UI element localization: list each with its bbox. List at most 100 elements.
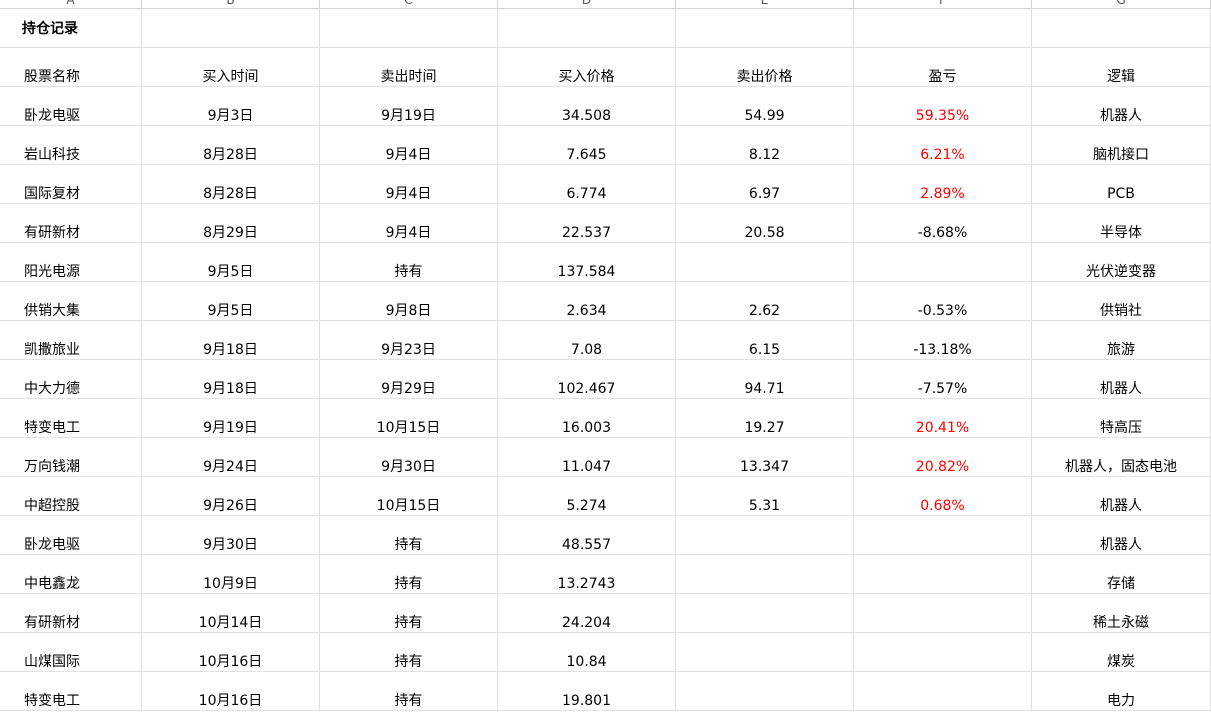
- sell-price-cell[interactable]: [676, 633, 854, 672]
- stock-name-cell[interactable]: 凯撒旅业: [0, 321, 142, 360]
- header-cell-pnl[interactable]: 盈亏: [854, 48, 1032, 87]
- stock-name-cell[interactable]: 特变电工: [0, 672, 142, 711]
- pnl-cell[interactable]: 0.68%: [854, 477, 1032, 516]
- pnl-cell[interactable]: 20.82%: [854, 438, 1032, 477]
- buy-price-cell[interactable]: 24.204: [498, 594, 676, 633]
- sell-price-cell[interactable]: [676, 672, 854, 711]
- buy-date-cell[interactable]: 9月18日: [142, 321, 320, 360]
- column-header-c[interactable]: C: [320, 0, 498, 8]
- sell-date-cell[interactable]: 持有: [320, 672, 498, 711]
- stock-name-cell[interactable]: 有研新材: [0, 594, 142, 633]
- sell-price-cell[interactable]: 6.15: [676, 321, 854, 360]
- sell-price-cell[interactable]: 5.31: [676, 477, 854, 516]
- buy-price-cell[interactable]: 137.584: [498, 243, 676, 282]
- logic-cell[interactable]: 机器人: [1032, 87, 1211, 126]
- buy-price-cell[interactable]: 6.774: [498, 165, 676, 204]
- column-header-b[interactable]: B: [142, 0, 320, 8]
- buy-date-cell[interactable]: 8月28日: [142, 126, 320, 165]
- header-cell-sell-price[interactable]: 卖出价格: [676, 48, 854, 87]
- sell-price-cell[interactable]: 20.58: [676, 204, 854, 243]
- logic-cell[interactable]: 特高压: [1032, 399, 1211, 438]
- sell-date-cell[interactable]: 9月8日: [320, 282, 498, 321]
- logic-cell[interactable]: 旅游: [1032, 321, 1211, 360]
- logic-cell[interactable]: 存储: [1032, 555, 1211, 594]
- buy-date-cell[interactable]: 8月29日: [142, 204, 320, 243]
- buy-price-cell[interactable]: 48.557: [498, 516, 676, 555]
- pnl-cell[interactable]: -7.57%: [854, 360, 1032, 399]
- pnl-cell[interactable]: [854, 243, 1032, 282]
- stock-name-cell[interactable]: 卧龙电驱: [0, 516, 142, 555]
- stock-name-cell[interactable]: 万向钱潮: [0, 438, 142, 477]
- sell-date-cell[interactable]: 10月15日: [320, 399, 498, 438]
- pnl-cell[interactable]: [854, 516, 1032, 555]
- logic-cell[interactable]: 煤炭: [1032, 633, 1211, 672]
- buy-date-cell[interactable]: 9月5日: [142, 243, 320, 282]
- buy-price-cell[interactable]: 22.537: [498, 204, 676, 243]
- pnl-cell[interactable]: [854, 594, 1032, 633]
- sell-date-cell[interactable]: 10月15日: [320, 477, 498, 516]
- stock-name-cell[interactable]: 中超控股: [0, 477, 142, 516]
- sell-price-cell[interactable]: 8.12: [676, 126, 854, 165]
- buy-price-cell[interactable]: 11.047: [498, 438, 676, 477]
- sell-date-cell[interactable]: 持有: [320, 516, 498, 555]
- sell-date-cell[interactable]: 9月19日: [320, 87, 498, 126]
- stock-name-cell[interactable]: 卧龙电驱: [0, 87, 142, 126]
- empty-cell[interactable]: [854, 9, 1032, 48]
- logic-cell[interactable]: 机器人，固态电池: [1032, 438, 1211, 477]
- sell-price-cell[interactable]: 19.27: [676, 399, 854, 438]
- logic-cell[interactable]: 光伏逆变器: [1032, 243, 1211, 282]
- column-header-g[interactable]: G: [1032, 0, 1211, 8]
- pnl-cell[interactable]: 6.21%: [854, 126, 1032, 165]
- pnl-cell[interactable]: [854, 633, 1032, 672]
- stock-name-cell[interactable]: 国际复材: [0, 165, 142, 204]
- sell-price-cell[interactable]: 94.71: [676, 360, 854, 399]
- empty-cell[interactable]: [320, 9, 498, 48]
- buy-price-cell[interactable]: 10.84: [498, 633, 676, 672]
- buy-date-cell[interactable]: 9月24日: [142, 438, 320, 477]
- sell-date-cell[interactable]: 9月30日: [320, 438, 498, 477]
- logic-cell[interactable]: 机器人: [1032, 477, 1211, 516]
- buy-date-cell[interactable]: 8月28日: [142, 165, 320, 204]
- column-header-f[interactable]: F: [854, 0, 1032, 8]
- logic-cell[interactable]: 电力: [1032, 672, 1211, 711]
- sell-price-cell[interactable]: 54.99: [676, 87, 854, 126]
- buy-date-cell[interactable]: 10月16日: [142, 633, 320, 672]
- buy-price-cell[interactable]: 2.634: [498, 282, 676, 321]
- buy-date-cell[interactable]: 9月30日: [142, 516, 320, 555]
- sell-price-cell[interactable]: 6.97: [676, 165, 854, 204]
- sell-date-cell[interactable]: 9月4日: [320, 126, 498, 165]
- pnl-cell[interactable]: 20.41%: [854, 399, 1032, 438]
- buy-price-cell[interactable]: 19.801: [498, 672, 676, 711]
- stock-name-cell[interactable]: 供销大集: [0, 282, 142, 321]
- logic-cell[interactable]: PCB: [1032, 165, 1211, 204]
- stock-name-cell[interactable]: 岩山科技: [0, 126, 142, 165]
- buy-price-cell[interactable]: 7.645: [498, 126, 676, 165]
- pnl-cell[interactable]: -8.68%: [854, 204, 1032, 243]
- sell-date-cell[interactable]: 持有: [320, 555, 498, 594]
- header-cell-buy-price[interactable]: 买入价格: [498, 48, 676, 87]
- sell-date-cell[interactable]: 持有: [320, 633, 498, 672]
- pnl-cell[interactable]: [854, 672, 1032, 711]
- header-cell-buy-date[interactable]: 买入时间: [142, 48, 320, 87]
- column-header-d[interactable]: D: [498, 0, 676, 8]
- stock-name-cell[interactable]: 阳光电源: [0, 243, 142, 282]
- header-cell-logic[interactable]: 逻辑: [1032, 48, 1211, 87]
- empty-cell[interactable]: [1032, 9, 1211, 48]
- sell-date-cell[interactable]: 9月29日: [320, 360, 498, 399]
- logic-cell[interactable]: 稀土永磁: [1032, 594, 1211, 633]
- stock-name-cell[interactable]: 山煤国际: [0, 633, 142, 672]
- pnl-cell[interactable]: 59.35%: [854, 87, 1032, 126]
- sell-price-cell[interactable]: [676, 594, 854, 633]
- sell-date-cell[interactable]: 9月4日: [320, 204, 498, 243]
- column-header-e[interactable]: E: [676, 0, 854, 8]
- buy-price-cell[interactable]: 16.003: [498, 399, 676, 438]
- empty-cell[interactable]: [498, 9, 676, 48]
- stock-name-cell[interactable]: 有研新材: [0, 204, 142, 243]
- sell-price-cell[interactable]: [676, 516, 854, 555]
- buy-date-cell[interactable]: 10月14日: [142, 594, 320, 633]
- buy-date-cell[interactable]: 9月5日: [142, 282, 320, 321]
- buy-price-cell[interactable]: 102.467: [498, 360, 676, 399]
- sell-price-cell[interactable]: [676, 243, 854, 282]
- buy-date-cell[interactable]: 9月3日: [142, 87, 320, 126]
- buy-date-cell[interactable]: 10月9日: [142, 555, 320, 594]
